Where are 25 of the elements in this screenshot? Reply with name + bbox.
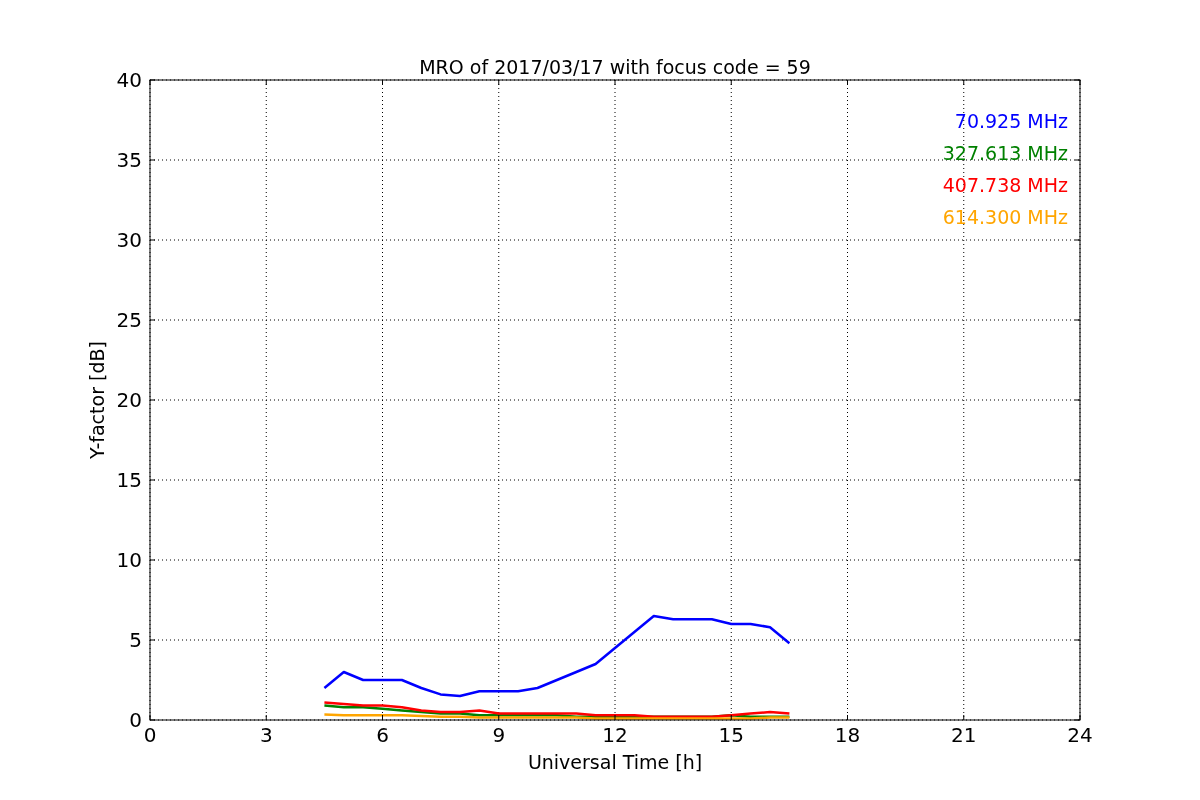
tick-label: 5 [129, 628, 142, 652]
tick-label: 18 [834, 723, 861, 747]
tick-label: 0 [129, 708, 142, 732]
tick-label: 21 [951, 723, 977, 747]
legend-label: 407.738 MHz [942, 174, 1068, 196]
legend-label: 614.300 MHz [942, 206, 1068, 228]
legend-label: 327.613 MHz [942, 142, 1068, 164]
tick-label: 0 [143, 723, 157, 747]
tick-label: 24 [1067, 723, 1093, 747]
tick-label: 15 [116, 468, 142, 492]
tick-label: 10 [116, 548, 142, 572]
legend-label: 70.925 MHz [954, 110, 1068, 132]
tick-label: 6 [376, 723, 389, 747]
tick-label: 35 [116, 148, 142, 172]
x-axis-label: Universal Time [h] [527, 751, 703, 773]
tick-label: 3 [259, 723, 273, 747]
tick-label: 20 [116, 388, 142, 412]
tick-label: 15 [718, 723, 744, 747]
chart-title: MRO of 2017/03/17 with focus code = 59 [419, 56, 811, 78]
y-axis-label: Y-factor [dB] [86, 341, 108, 459]
tick-label: 40 [116, 68, 142, 92]
tick-label: 12 [602, 723, 628, 747]
tick-label: 9 [492, 723, 506, 747]
tick-label: 30 [116, 228, 142, 252]
tick-label: 25 [116, 308, 142, 332]
